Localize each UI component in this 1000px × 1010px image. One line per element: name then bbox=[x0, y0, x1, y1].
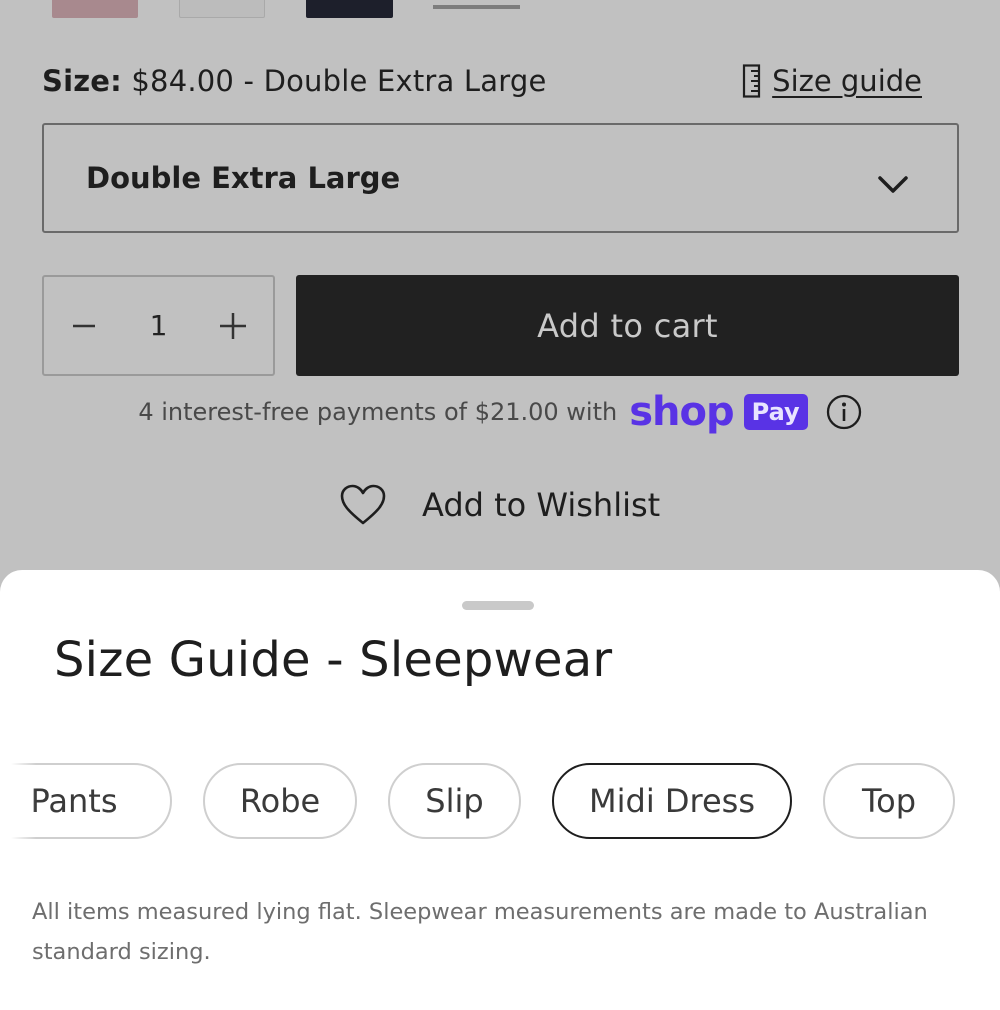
add-to-wishlist-button[interactable]: Add to Wishlist bbox=[340, 484, 660, 526]
sheet-drag-handle[interactable] bbox=[462, 601, 534, 610]
tab-robe[interactable]: Robe bbox=[203, 763, 357, 839]
minus-icon[interactable] bbox=[70, 312, 98, 340]
quantity-stepper: 1 bbox=[42, 275, 275, 376]
size-select[interactable]: Double Extra Large bbox=[42, 123, 959, 233]
quantity-value[interactable]: 1 bbox=[150, 309, 168, 342]
tabs-scroll-fade bbox=[0, 763, 36, 839]
tab-slip[interactable]: Slip bbox=[388, 763, 521, 839]
add-to-cart-button[interactable]: Add to cart bbox=[296, 275, 959, 376]
sheet-title: Size Guide - Sleepwear bbox=[54, 632, 613, 688]
heart-icon bbox=[340, 484, 386, 526]
pay-badge: Pay bbox=[743, 393, 808, 431]
color-swatch[interactable] bbox=[179, 0, 265, 18]
size-guide-tabs: Pants Robe Slip Midi Dress Top bbox=[0, 763, 1000, 839]
info-icon[interactable] bbox=[826, 394, 862, 430]
color-swatch[interactable] bbox=[52, 0, 138, 18]
shop-logo: shop bbox=[629, 389, 734, 435]
size-value: $84.00 - Double Extra Large bbox=[131, 64, 547, 98]
tab-midi-dress[interactable]: Midi Dress bbox=[552, 763, 792, 839]
plus-icon[interactable] bbox=[219, 312, 247, 340]
size-label: Size: bbox=[42, 64, 122, 98]
shop-pay-installments: 4 interest-free payments of $21.00 with … bbox=[0, 392, 1000, 432]
measurement-note: All items measured lying flat. Sleepwear… bbox=[32, 899, 928, 965]
color-swatch-selected-indicator bbox=[433, 5, 520, 9]
color-swatch[interactable] bbox=[306, 0, 393, 18]
installments-text: 4 interest-free payments of $21.00 with bbox=[138, 398, 618, 426]
wishlist-label: Add to Wishlist bbox=[422, 486, 661, 524]
size-select-value: Double Extra Large bbox=[86, 161, 401, 195]
size-guide-link-label: Size guide bbox=[772, 64, 922, 98]
ruler-icon bbox=[742, 64, 762, 98]
size-summary: Size: $84.00 - Double Extra Large bbox=[42, 64, 547, 98]
size-guide-link[interactable]: Size guide bbox=[742, 64, 922, 98]
size-guide-sheet: Size Guide - Sleepwear Pants Robe Slip M… bbox=[0, 570, 1000, 1010]
tab-top[interactable]: Top bbox=[823, 763, 955, 839]
chevron-down-icon bbox=[877, 168, 909, 193]
